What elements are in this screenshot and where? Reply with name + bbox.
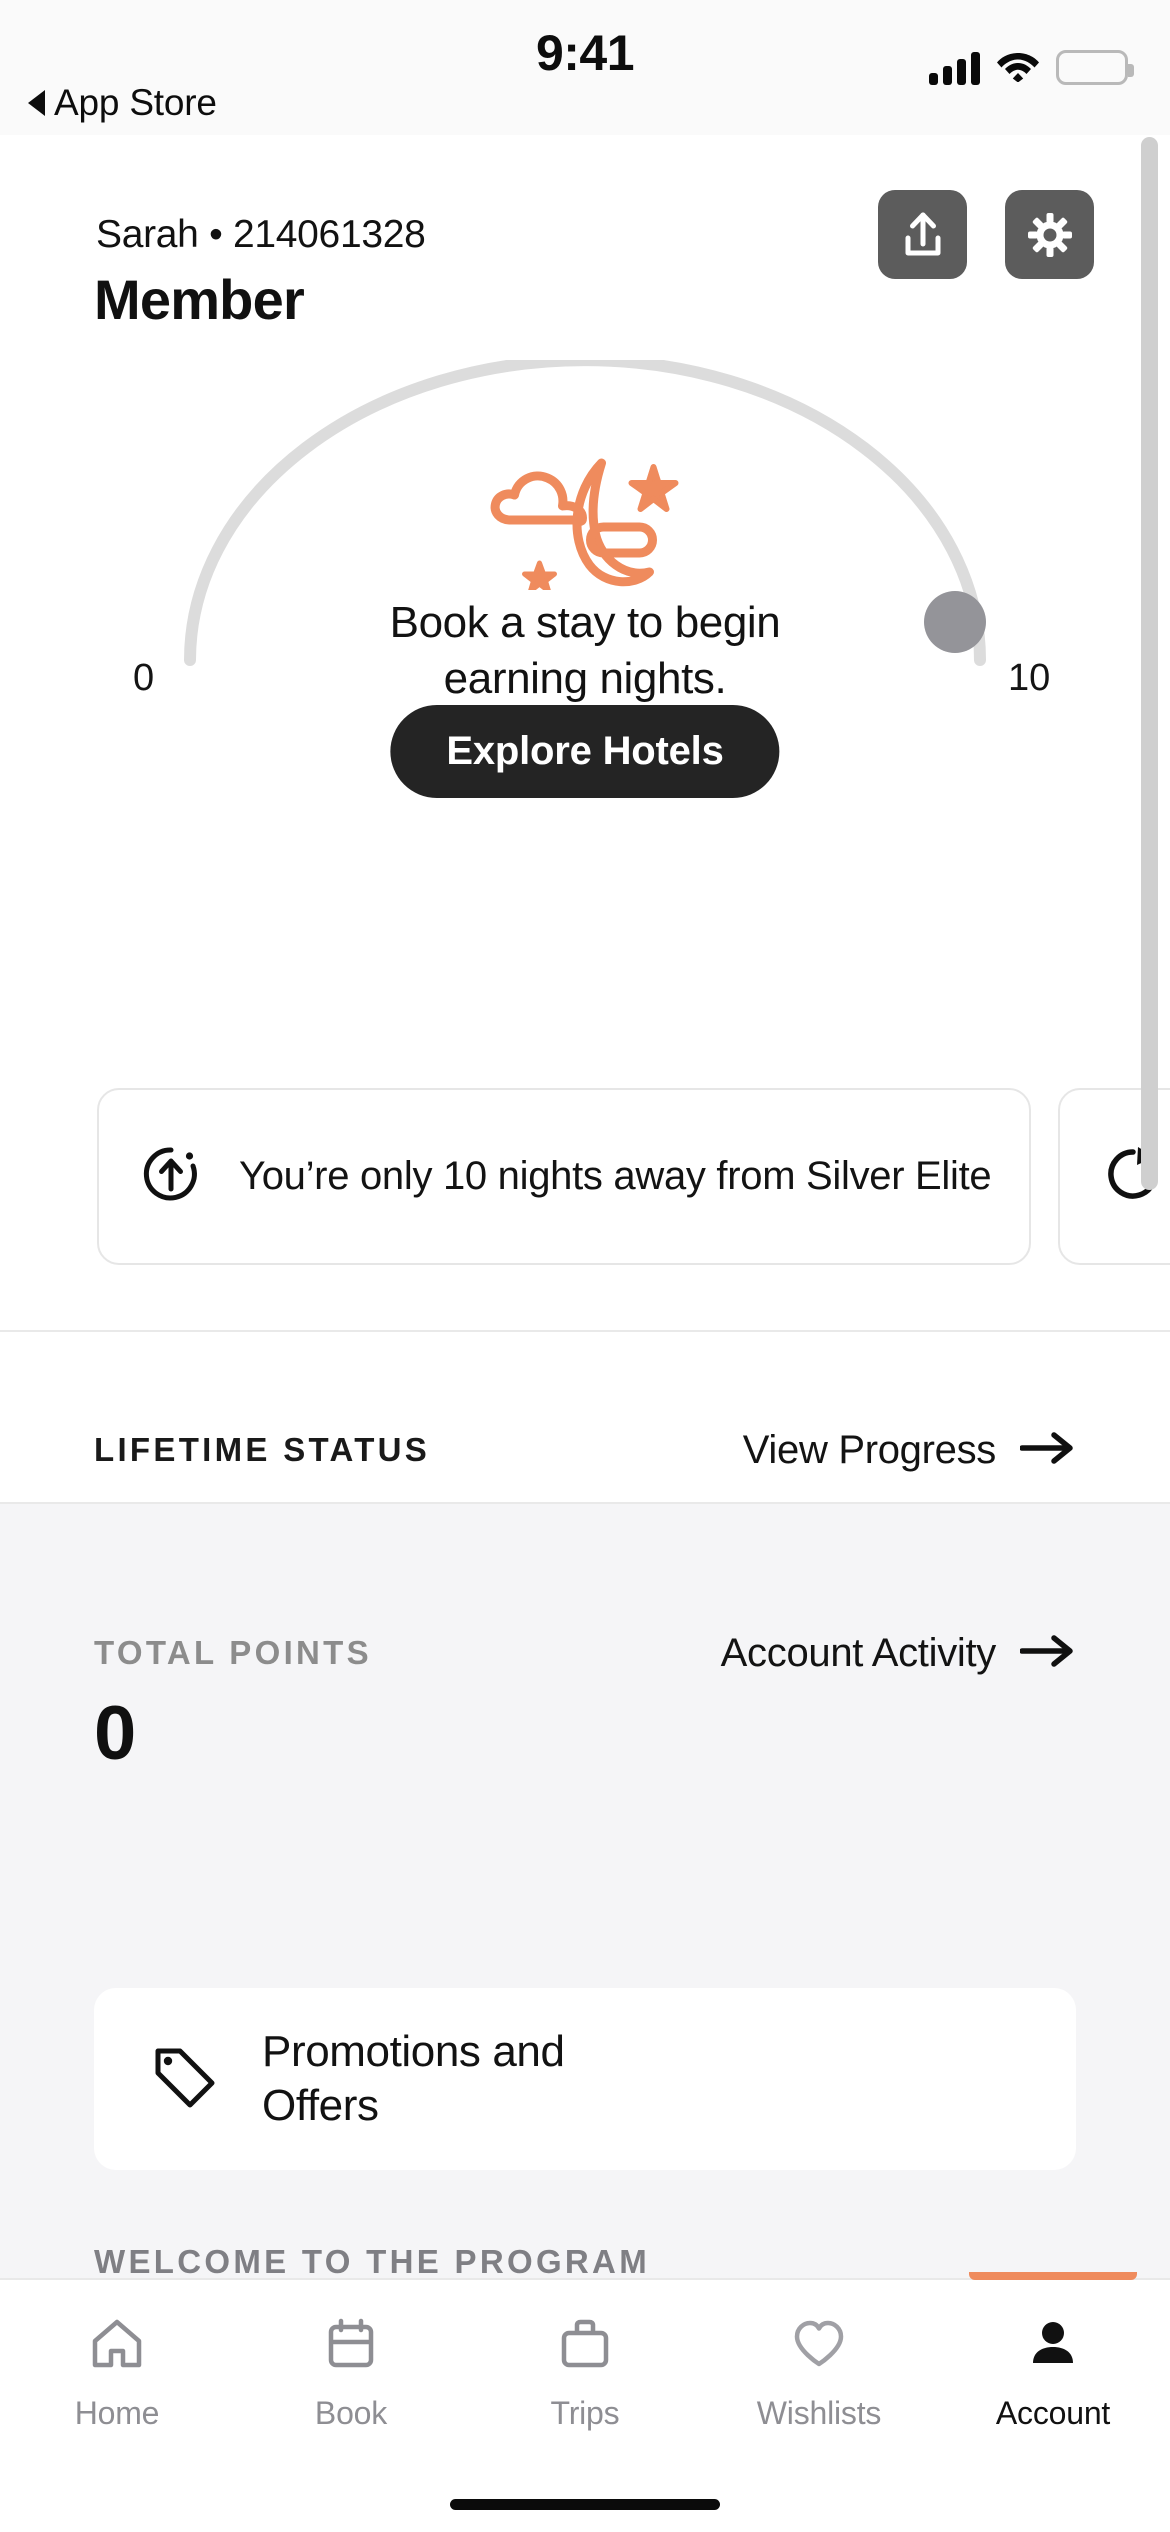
lifetime-status-kicker: LIFETIME STATUS: [94, 1431, 431, 1468]
tag-icon: [150, 2043, 218, 2116]
total-points-row: TOTAL POINTS Account Activity: [0, 1618, 1170, 1688]
promotions-and-offers-card[interactable]: Promotions and Offers: [94, 1988, 1076, 2170]
share-upload-icon: [900, 211, 946, 259]
tab-account[interactable]: Account: [936, 2272, 1170, 2460]
tab-trips-label: Trips: [550, 2395, 620, 2431]
heart-icon: [791, 2316, 847, 2377]
status-bar: 9:41 App Store: [0, 0, 1170, 135]
header-actions: [878, 190, 1094, 279]
app-screen: 9:41 App Store Sarah • 214061328 Member: [0, 0, 1170, 2532]
crescent-moon-cloud-stars-icon: [478, 450, 693, 595]
battery-full-icon: [1056, 50, 1134, 85]
promotions-label-line-1: Promotions and: [262, 2027, 565, 2077]
vertical-scrollbar[interactable]: [1141, 137, 1158, 1190]
tab-wishlists[interactable]: Wishlists: [702, 2280, 936, 2460]
settings-button[interactable]: [1005, 190, 1094, 279]
promotions-label: Promotions and Offers: [262, 2025, 565, 2132]
tab-account-label: Account: [995, 2395, 1111, 2431]
person-icon: [1025, 2316, 1081, 2377]
gear-icon: [1027, 212, 1073, 258]
section-divider-top: [0, 1330, 1170, 1332]
account-activity-link[interactable]: Account Activity: [721, 1631, 1074, 1676]
home-icon: [89, 2316, 145, 2377]
gauge-message: Book a stay to begin earning nights.: [0, 595, 1170, 708]
account-header: Sarah • 214061328 Member: [0, 135, 1170, 350]
silver-elite-progress-card[interactable]: You’re only 10 nights away from Silver E…: [97, 1088, 1031, 1265]
gauge-message-line-1: Book a stay to begin: [389, 598, 781, 647]
tab-book-label: Book: [314, 2395, 388, 2431]
nights-progress-gauge: Book a stay to begin earning nights. 0 1…: [0, 360, 1170, 960]
briefcase-icon: [557, 2316, 613, 2377]
arrow-right-icon: [1019, 1431, 1074, 1470]
share-button[interactable]: [878, 190, 967, 279]
upgrade-arrow-icon: [141, 1144, 201, 1209]
view-progress-link[interactable]: View Progress: [743, 1428, 1074, 1473]
arrow-right-icon: [1019, 1634, 1074, 1673]
wifi-icon: [996, 48, 1040, 87]
calendar-icon: [323, 2316, 379, 2377]
total-points-kicker: TOTAL POINTS: [94, 1634, 372, 1671]
progress-cards-carousel[interactable]: You’re only 10 nights away from Silver E…: [0, 1088, 1170, 1268]
member-identity: Sarah • 214061328: [96, 213, 426, 256]
status-bar-indicators: [929, 48, 1134, 87]
account-activity-label: Account Activity: [720, 1630, 997, 1675]
tab-book[interactable]: Book: [234, 2280, 468, 2460]
gauge-min-label: 0: [133, 657, 155, 699]
silver-elite-progress-text: You’re only 10 nights away from Silver E…: [239, 1154, 992, 1198]
tab-wishlists-label: Wishlists: [756, 2395, 882, 2431]
tab-home-label: Home: [74, 2395, 160, 2431]
page-title: Member: [94, 268, 305, 331]
back-label: App Store: [54, 82, 217, 123]
gauge-message-line-2: earning nights.: [443, 654, 727, 704]
view-progress-label: View Progress: [742, 1427, 997, 1472]
explore-hotels-button[interactable]: Explore Hotels: [390, 705, 780, 798]
bottom-tab-bar: Home Book Trips Wishlists Account: [0, 2272, 1170, 2532]
total-points-value: 0: [94, 1691, 136, 1776]
gauge-max-label: 10: [1008, 657, 1051, 699]
back-to-app-store-link[interactable]: App Store: [28, 82, 217, 124]
lifetime-status-row: LIFETIME STATUS View Progress: [0, 1415, 1170, 1485]
tab-trips[interactable]: Trips: [468, 2280, 702, 2460]
tab-home[interactable]: Home: [0, 2280, 234, 2460]
welcome-kicker: WELCOME TO THE PROGRAM: [94, 2243, 650, 2280]
cellular-signal-icon: [929, 51, 980, 85]
active-tab-indicator: [969, 2272, 1137, 2280]
promotions-label-line-2: Offers: [262, 2081, 379, 2130]
home-indicator: [450, 2499, 720, 2510]
triangle-left-icon: [28, 90, 45, 116]
